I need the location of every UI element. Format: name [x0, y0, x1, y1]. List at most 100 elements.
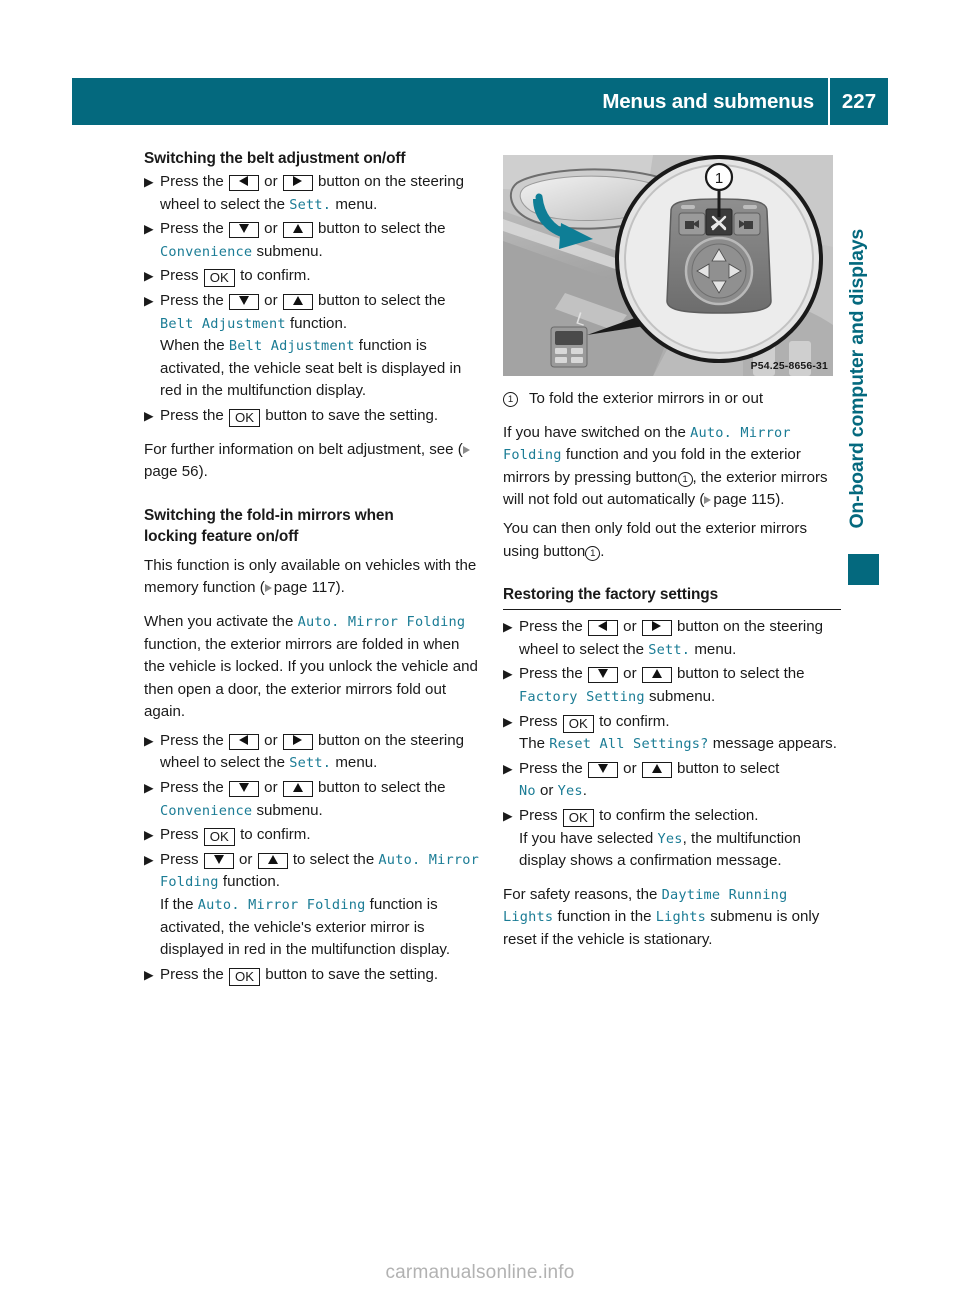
button-up-key[interactable] — [282, 222, 313, 239]
button-down-key[interactable] — [228, 222, 259, 239]
bullet-triangle-icon: ▶ — [503, 667, 513, 682]
button-down-key[interactable] — [228, 781, 259, 798]
step-text: submenu. — [648, 687, 716, 705]
menu-name-convenience: Convenience — [160, 243, 253, 260]
step-text: Press the — [160, 965, 224, 983]
button-left-key[interactable] — [228, 175, 259, 191]
step-text: button to save the setting. — [265, 406, 439, 424]
step-item: ▶ Press the or button on the steering wh… — [503, 616, 841, 661]
button-ok-key[interactable]: OK — [228, 967, 261, 986]
button-down-key[interactable] — [587, 667, 618, 684]
button-up-key[interactable] — [641, 761, 672, 778]
menu-name-auto-mirror-folding: Auto. Mirror Folding — [197, 897, 366, 914]
button-left-key[interactable] — [228, 733, 259, 750]
step-text: button to save the setting. — [265, 965, 439, 983]
step-item: ▶ Press the or button to select No or Ye… — [503, 758, 841, 803]
callout-number-badge: 1 — [677, 471, 693, 487]
button-down-key[interactable] — [203, 852, 234, 869]
step-text: function. — [222, 873, 280, 891]
button-right-key[interactable] — [282, 175, 313, 191]
step-note-text: If the — [160, 896, 194, 914]
conjunction-or: or — [264, 731, 278, 749]
bullet-triangle-icon: ▶ — [144, 293, 154, 308]
page-reference-link[interactable]: page 115 — [713, 491, 775, 508]
heading-fold-in-mirrors: Switching the fold-in mirrors when locki… — [144, 506, 394, 545]
step-text: to confirm. — [240, 267, 311, 285]
bullet-triangle-icon: ▶ — [503, 620, 513, 635]
step-text: button on the — [677, 618, 766, 636]
menu-name-auto-mirror-folding: Auto. Mirror Folding — [297, 613, 466, 630]
step-text: Press the — [519, 618, 583, 636]
button-right-key[interactable] — [282, 733, 313, 750]
button-ok-key[interactable]: OK — [203, 269, 235, 288]
paragraph-text: When you activate the — [144, 612, 294, 630]
button-up-key[interactable] — [257, 852, 288, 869]
figure-caption: P54.25-8656-31 — [750, 361, 828, 372]
bullet-triangle-icon: ▶ — [503, 714, 513, 729]
heading-belt-adjustment: Switching the belt adjustment on/off — [144, 150, 406, 167]
step-item: ▶ Press or to select the Auto. Mirror Fo… — [144, 849, 482, 962]
callout-description: To fold the exterior mirrors in or out — [529, 390, 764, 407]
button-right-key[interactable] — [641, 620, 672, 637]
page-title: Menus and submenus — [602, 89, 814, 113]
bullet-triangle-icon: ▶ — [144, 781, 154, 796]
paragraph-text: function, the exterior mirrors are folde… — [144, 635, 478, 721]
button-ok-key[interactable]: OK — [562, 808, 594, 827]
button-down-key[interactable] — [587, 761, 618, 778]
conjunction-or: or — [239, 850, 253, 868]
memory-function-note: This function is only available on vehic… — [144, 549, 482, 600]
conjunction-or: or — [264, 779, 278, 797]
menu-name-belt-adjustment: Belt Adjustment — [160, 315, 286, 332]
bullet-triangle-icon: ▶ — [144, 269, 154, 284]
step-text: Press — [519, 806, 558, 824]
step-text: function. — [289, 314, 348, 332]
step-text: submenu. — [256, 242, 323, 260]
button-ok-key[interactable]: OK — [203, 828, 235, 847]
paragraph-text: ). — [198, 463, 208, 481]
conjunction-or: or — [264, 173, 278, 190]
step-item: ▶ Press the or button to select the Belt… — [144, 290, 482, 403]
chapter-side-tab: On-board computer and displays — [846, 145, 890, 585]
conjunction-or: or — [623, 759, 637, 777]
step-item: ▶ Press the or button on the steering wh… — [144, 730, 482, 775]
exterior-mirror-control-figure: L 1 P54.25-8656-31 — [503, 155, 833, 376]
button-up-key[interactable] — [282, 293, 313, 310]
conjunction-or: or — [623, 618, 637, 636]
step-text: menu. — [335, 754, 378, 772]
left-text-column: Switching the belt adjustment on/off ▶ P… — [144, 148, 482, 986]
page-reference-triangle-icon — [462, 445, 470, 454]
step-note-text: message appears. — [712, 735, 837, 753]
page-reference-link[interactable]: page 117 — [274, 579, 336, 596]
button-ok-key[interactable]: OK — [228, 408, 261, 427]
step-item: ▶ Press the or button to select the Conv… — [144, 218, 482, 263]
step-text: button on the — [318, 173, 407, 190]
auto-mirror-folding-description: When you activate the Auto. Mirror Foldi… — [144, 600, 482, 724]
button-up-key[interactable] — [282, 781, 313, 798]
menu-name-sett: Sett. — [648, 641, 691, 658]
menu-name-lights: Lights — [655, 909, 707, 926]
page-reference-triangle-icon — [264, 584, 272, 593]
step-text: menu. — [335, 195, 378, 213]
bullet-triangle-icon: ▶ — [144, 222, 154, 237]
paragraph-text: ). — [775, 491, 785, 509]
button-down-key[interactable] — [228, 293, 259, 310]
button-left-key[interactable] — [587, 620, 618, 637]
step-item: ▶ Press OK to confirm. The Reset All Set… — [503, 711, 841, 756]
step-text: Press the — [519, 759, 583, 777]
step-text: Press the — [160, 173, 224, 190]
button-up-key[interactable] — [641, 667, 672, 684]
page-reference-link[interactable]: page 56 — [144, 463, 199, 480]
step-text: submenu. — [256, 801, 323, 819]
step-item: ▶ Press OK to confirm. — [144, 265, 482, 288]
button-ok-key[interactable]: OK — [562, 714, 594, 733]
step-text: button to select — [677, 759, 780, 777]
bullet-triangle-icon: ▶ — [144, 175, 154, 189]
step-text: . — [582, 782, 587, 800]
callout-number-badge: 1 — [503, 392, 518, 407]
menu-name-sett: Sett. — [289, 755, 332, 772]
chapter-side-tab-marker — [848, 554, 879, 585]
message-reset-all-settings: Reset All Settings? — [549, 736, 709, 753]
paragraph-text: For further information on belt adjustme… — [144, 440, 463, 458]
step-text: button to select the — [318, 779, 446, 797]
bullet-triangle-icon: ▶ — [144, 408, 154, 423]
